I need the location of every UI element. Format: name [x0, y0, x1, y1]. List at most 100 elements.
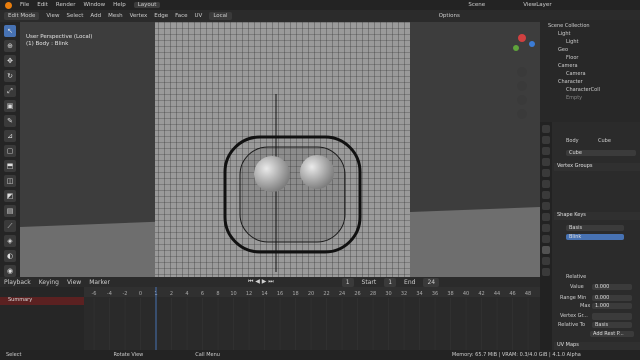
workspace-tab-layout[interactable]: Layout [133, 2, 161, 8]
outliner-item[interactable]: Empty [566, 95, 582, 101]
particles-tab-icon[interactable] [542, 213, 550, 221]
vp-menu-view[interactable]: View [46, 13, 59, 19]
timeline-menu-marker[interactable]: Marker [89, 279, 110, 286]
vertex-groups-header[interactable]: Vertex Groups [554, 163, 640, 171]
outliner-item[interactable]: CharacterColl [566, 87, 600, 93]
output-tab-icon[interactable] [542, 147, 550, 155]
menu-file[interactable]: File [20, 2, 29, 8]
value-field[interactable]: 0.000 [592, 284, 632, 290]
start-frame-field[interactable]: 1 [384, 277, 397, 287]
annotate-tool-icon[interactable]: ✎ [4, 115, 16, 127]
relative-checkbox-label[interactable]: Relative [566, 274, 586, 280]
outliner-item[interactable]: Geo [558, 47, 568, 53]
menu-help[interactable]: Help [113, 2, 126, 8]
spin-tool-icon[interactable]: ◐ [4, 250, 16, 262]
blender-logo-icon[interactable] [5, 1, 12, 9]
move-tool-icon[interactable]: ✥ [4, 55, 16, 67]
add-cube-tool-icon[interactable]: ▢ [4, 145, 16, 157]
shape-keys-header[interactable]: Shape Keys [554, 212, 640, 220]
range-min-field[interactable]: 0.000 [592, 295, 632, 301]
view-layer-selector[interactable]: ViewLayer [523, 2, 551, 8]
max-field[interactable]: 1.000 [592, 303, 632, 309]
uv-maps-header[interactable]: UV Maps [554, 342, 640, 350]
vp-menu-vertex[interactable]: Vertex [130, 13, 148, 19]
outliner-item[interactable]: Character [558, 79, 583, 85]
material-tab-icon[interactable] [542, 257, 550, 265]
ruler-tick-label: 16 [277, 291, 283, 297]
measure-tool-icon[interactable]: ⊿ [4, 130, 16, 142]
transform-tool-icon[interactable]: ▣ [4, 100, 16, 112]
menu-edit[interactable]: Edit [37, 2, 48, 8]
vp-menu-face[interactable]: Face [175, 13, 187, 19]
vp-menu-add[interactable]: Add [90, 13, 101, 19]
options-menu[interactable]: Options [439, 13, 460, 19]
knife-tool-icon[interactable]: ⟋ [4, 220, 16, 232]
end-frame-field[interactable]: 24 [423, 277, 440, 287]
outliner-item[interactable]: Light [558, 31, 570, 37]
ruler-tick-label: 14 [261, 291, 267, 297]
summary-channel[interactable]: Summary [0, 297, 84, 305]
menu-window[interactable]: Window [83, 2, 105, 8]
frame-ruler[interactable]: -6-4-20124681012141618202224262830323436… [84, 287, 540, 350]
mesh-data-tab-icon[interactable] [542, 246, 550, 254]
ruler-tick-label: 6 [201, 291, 204, 297]
inset-tool-icon[interactable]: ◫ [4, 175, 16, 187]
render-tab-icon[interactable] [542, 136, 550, 144]
outliner-item[interactable]: Camera [566, 71, 586, 77]
vp-menu-select[interactable]: Select [66, 13, 83, 19]
timeline-menu-view[interactable]: View [67, 279, 81, 286]
texture-tab-icon[interactable] [542, 268, 550, 276]
shape-key-blink[interactable]: Blink [566, 234, 624, 240]
scene-selector[interactable]: Scene [468, 2, 485, 8]
shape-key-basis[interactable]: Basis [566, 225, 624, 231]
right-eye [300, 155, 334, 189]
tool-shelf: ↖ ⊕ ✥ ↻ ⤢ ▣ ✎ ⊿ ▢ ⬒ ◫ ◩ ▤ ⟋ ◈ ◐ ◉ [0, 22, 20, 277]
rotate-tool-icon[interactable]: ↻ [4, 70, 16, 82]
ruler-tick-label: 34 [416, 291, 422, 297]
play-controls-icon[interactable]: ⏮ ◀ ▶ ⏭ [248, 278, 274, 286]
smooth-tool-icon[interactable]: ◉ [4, 265, 16, 277]
ruler-tick-label: 22 [323, 291, 329, 297]
extrude-tool-icon[interactable]: ⬒ [4, 160, 16, 172]
outliner-item[interactable]: Camera [558, 63, 578, 69]
world-tab-icon[interactable] [542, 180, 550, 188]
outliner-scene-collection[interactable]: Scene Collection [548, 23, 590, 29]
cursor-tool-icon[interactable]: ⊕ [4, 40, 16, 52]
mode-dropdown[interactable]: Edit Mode [4, 12, 40, 20]
timeline-menu-playback[interactable]: Playback [4, 279, 31, 286]
vp-menu-uv[interactable]: UV [195, 13, 203, 19]
orientation-dropdown[interactable]: Local [209, 12, 232, 20]
add-rest-position-button[interactable]: Add Rest P... [590, 331, 634, 337]
physics-tab-icon[interactable] [542, 224, 550, 232]
ruler-tick-label: -4 [107, 291, 112, 297]
value-label: Value [570, 284, 584, 290]
relative-to-field[interactable]: Basis [592, 322, 632, 328]
navigation-gizmo[interactable] [508, 24, 538, 144]
ruler-tick-label: -6 [92, 291, 97, 297]
scale-tool-icon[interactable]: ⤢ [4, 85, 16, 97]
view-layer-tab-icon[interactable] [542, 158, 550, 166]
poly-build-tool-icon[interactable]: ◈ [4, 235, 16, 247]
select-box-tool-icon[interactable]: ↖ [4, 25, 16, 37]
vertex-group-field[interactable] [592, 313, 632, 320]
current-frame-field[interactable]: 1 [341, 277, 354, 287]
constraints-tab-icon[interactable] [542, 235, 550, 243]
bevel-tool-icon[interactable]: ◩ [4, 190, 16, 202]
outliner-item[interactable]: Light [566, 39, 578, 45]
max-label: Max [580, 303, 591, 309]
ruler-tick-label: 40 [463, 291, 469, 297]
object-tab-icon[interactable] [542, 191, 550, 199]
object-name: (1) Body : Blink [26, 41, 69, 47]
vp-menu-edge[interactable]: Edge [154, 13, 168, 19]
loop-cut-tool-icon[interactable]: ▤ [4, 205, 16, 217]
outliner-item[interactable]: Floor [566, 55, 578, 61]
3d-viewport[interactable] [20, 22, 540, 277]
modifier-tab-icon[interactable] [542, 202, 550, 210]
tool-tab-icon[interactable] [542, 125, 550, 133]
vp-menu-mesh[interactable]: Mesh [108, 13, 122, 19]
mesh-name-field[interactable]: Cube [566, 150, 636, 156]
start-label: Start [361, 278, 377, 286]
timeline-menu-keying[interactable]: Keying [39, 279, 59, 286]
scene-tab-icon[interactable] [542, 169, 550, 177]
menu-render[interactable]: Render [56, 2, 76, 8]
